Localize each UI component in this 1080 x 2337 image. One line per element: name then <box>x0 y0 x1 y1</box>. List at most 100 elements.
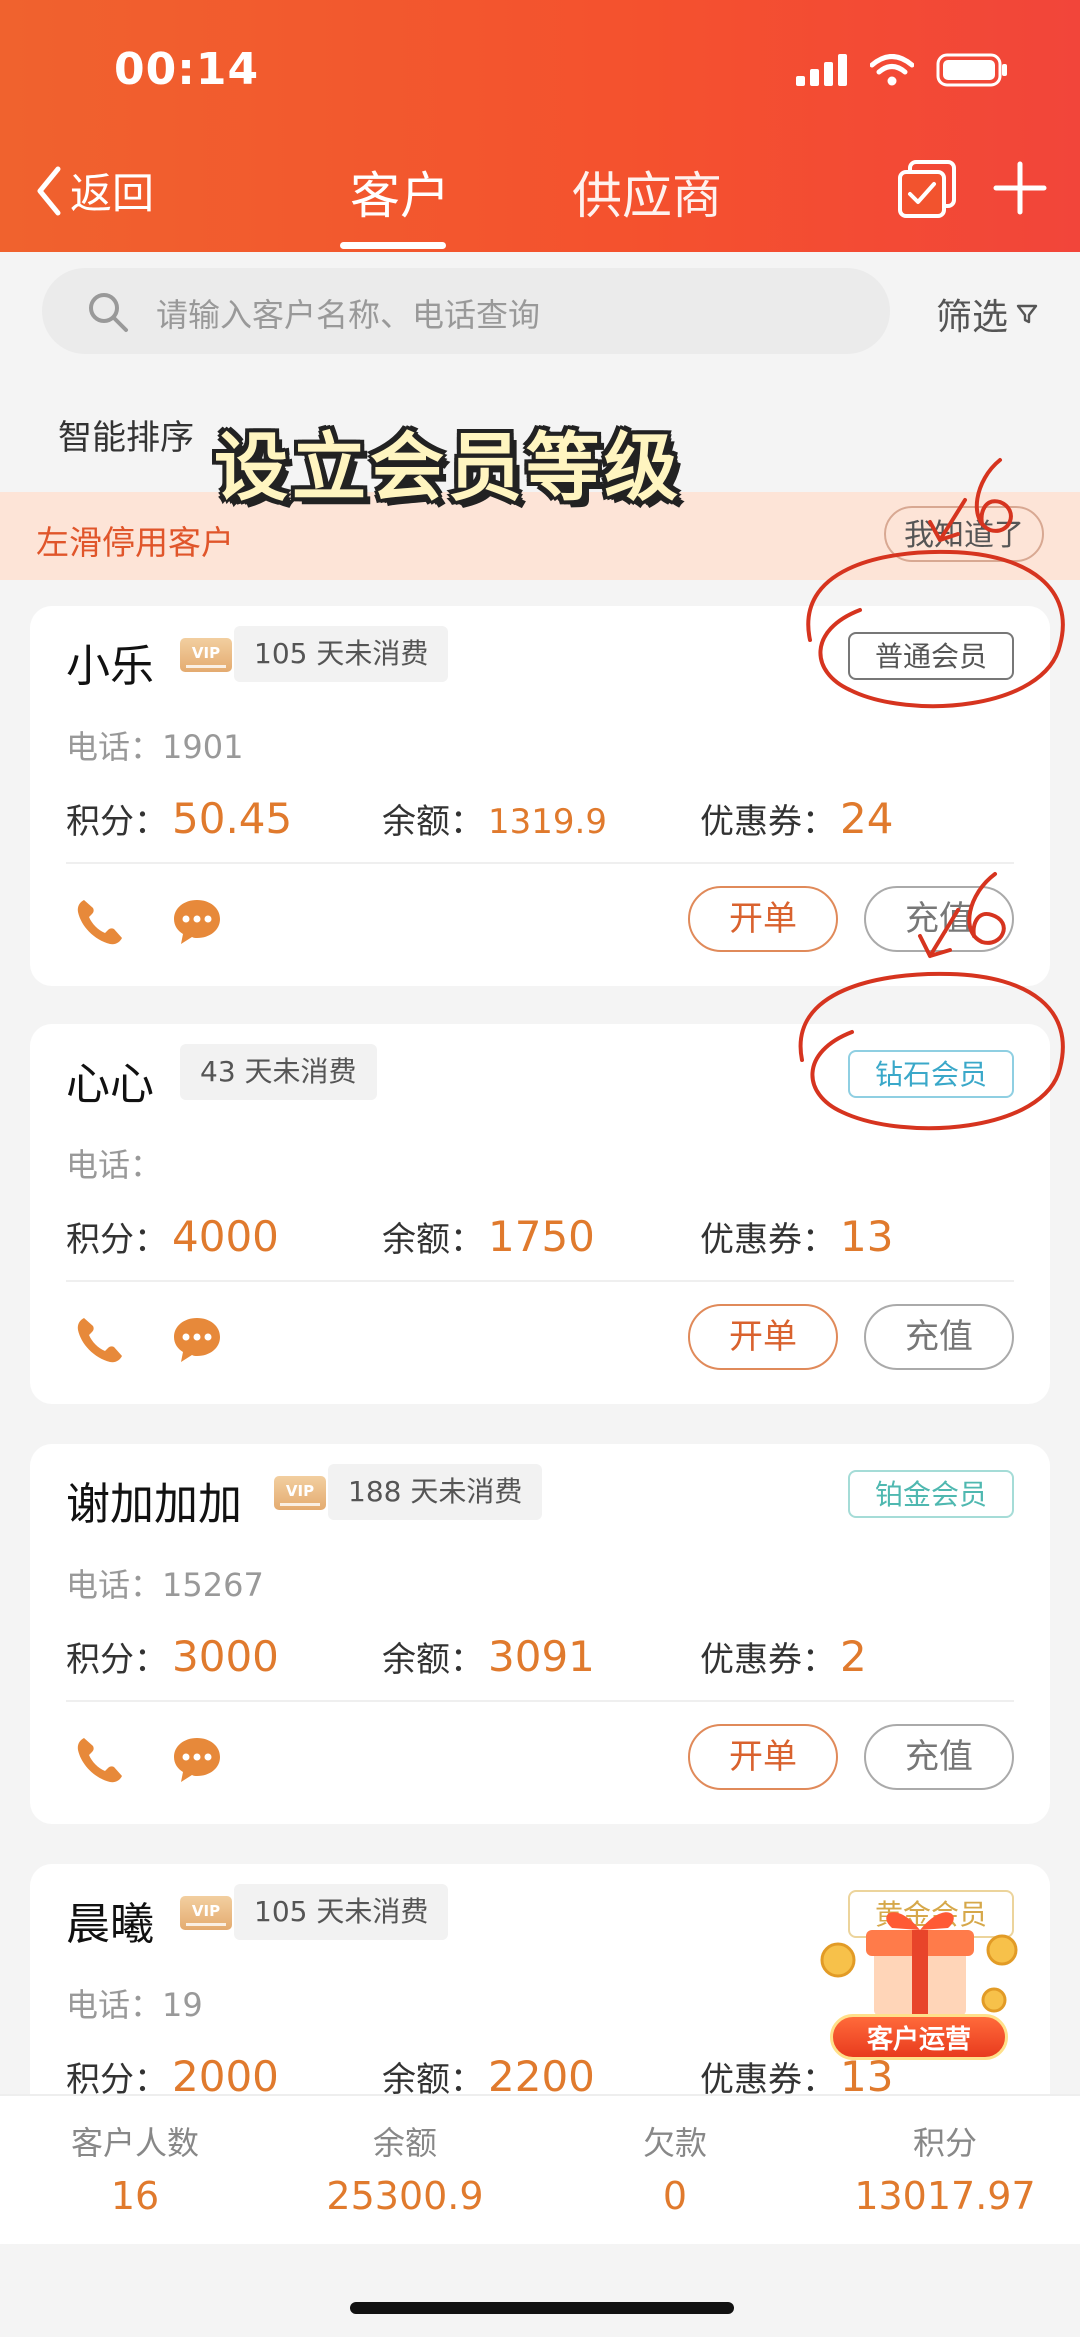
back-label: 返回 <box>70 169 155 218</box>
search-input[interactable]: 请输入客户名称、电话查询 <box>42 268 890 354</box>
balance-label: 余额： <box>382 1640 484 1680</box>
message-icon[interactable] <box>172 1316 222 1364</box>
coupons-label: 优惠券： <box>700 1220 836 1260</box>
phone-label: 电话： <box>66 728 163 766</box>
customer-name: 晨曦 <box>66 1899 154 1950</box>
points-value: 50.45 <box>172 794 293 843</box>
customer-phone: 电话：1901 <box>66 722 243 768</box>
customer-card[interactable]: 心心 43 天未消费 钻石会员 电话： 积分： 4000 余额： 1750 优惠券：… <box>30 1024 1050 1404</box>
recharge-button[interactable]: 充值 <box>864 1304 1014 1370</box>
coupons-stat: 优惠券： 13 <box>700 1212 893 1261</box>
batch-select-icon[interactable] <box>896 158 960 222</box>
cellular-signal-icon <box>796 54 847 86</box>
battery-icon <box>936 53 1007 87</box>
customer-phone: 电话：19 <box>66 1980 203 2026</box>
phone-label: 电话： <box>66 1146 163 1184</box>
search-placeholder: 请输入客户名称、电话查询 <box>156 296 541 334</box>
customer-phone: 电话：15267 <box>66 1560 264 1606</box>
inactive-days-badge: 43 天未消费 <box>180 1044 377 1100</box>
points-label: 积分： <box>66 1220 168 1260</box>
points-stat: 积分： 3000 <box>66 1632 279 1681</box>
customer-card[interactable]: 谢加加加 VIP 188 天未消费 铂金会员 电话：15267 积分： 3000 … <box>30 1444 1050 1824</box>
member-level-badge: 钻石会员 <box>848 1050 1014 1098</box>
points-label: 积分： <box>66 802 168 842</box>
recharge-button[interactable]: 充值 <box>864 886 1014 952</box>
wifi-icon <box>870 54 914 86</box>
summary-label: 积分 <box>912 2124 977 2162</box>
dismiss-notice-button[interactable]: 我知道了 <box>884 506 1044 562</box>
message-icon[interactable] <box>172 898 222 946</box>
customer-name: 心心 <box>66 1059 154 1110</box>
customer-operations-promo[interactable]: 客户运营 <box>816 1890 1022 2076</box>
coupons-label: 优惠券： <box>700 1640 836 1680</box>
inactive-days-badge: 105 天未消费 <box>234 626 449 682</box>
search-icon <box>89 293 128 332</box>
create-order-button[interactable]: 开单 <box>688 886 838 952</box>
coupons-value: 24 <box>840 794 894 843</box>
tab-customers[interactable]: 客户 <box>350 156 450 228</box>
vip-badge: VIP <box>180 1896 232 1930</box>
tab-suppliers[interactable]: 供应商 <box>572 156 722 228</box>
points-value: 4000 <box>172 1212 279 1261</box>
summary-value: 0 <box>662 2174 688 2218</box>
member-level-badge: 普通会员 <box>848 632 1014 680</box>
filter-button[interactable]: 筛选 <box>936 288 1038 340</box>
summary-label: 余额 <box>372 2124 437 2162</box>
points-stat: 积分： 50.45 <box>66 794 292 843</box>
balance-stat: 余额： 1319.9 <box>382 794 607 843</box>
message-icon[interactable] <box>172 1736 222 1784</box>
recharge-button[interactable]: 充值 <box>864 1724 1014 1790</box>
customer-name: 谢加加加 <box>66 1479 242 1530</box>
notice-text: 左滑停用客户 <box>36 523 234 562</box>
filter-funnel-icon <box>1016 304 1038 324</box>
balance-value: 3091 <box>488 1632 595 1681</box>
summary-customer-count: 客户人数 16 <box>40 2118 230 2218</box>
overlay-caption: 设立会员等级 <box>214 425 682 511</box>
active-tab-indicator <box>340 242 446 249</box>
add-icon[interactable] <box>990 158 1050 218</box>
points-stat: 积分： 4000 <box>66 1212 279 1261</box>
vip-badge: VIP <box>274 1476 326 1510</box>
gift-box-icon <box>820 1912 1018 2016</box>
card-divider <box>66 1280 1014 1282</box>
points-label: 积分： <box>66 1640 168 1680</box>
home-indicator[interactable] <box>350 2302 734 2314</box>
back-button[interactable]: 返回 <box>34 160 154 221</box>
home-indicator-area <box>0 2244 1080 2337</box>
filter-label: 筛选 <box>936 297 1009 338</box>
points-value: 3000 <box>172 1632 279 1681</box>
coupons-value: 13 <box>840 1212 894 1261</box>
phone-call-icon[interactable] <box>74 1314 126 1366</box>
vip-badge: VIP <box>180 638 232 672</box>
summary-debt: 欠款 0 <box>580 2118 770 2218</box>
phone-value: 1901 <box>162 728 244 766</box>
customer-phone: 电话： <box>66 1140 162 1186</box>
summary-label: 欠款 <box>642 2124 707 2162</box>
phone-value: 19 <box>162 1986 203 2024</box>
summary-value: 13017.97 <box>854 2174 1036 2218</box>
member-level-badge: 铂金会员 <box>848 1470 1014 1518</box>
phone-label: 电话： <box>66 1566 163 1604</box>
phone-label: 电话： <box>66 1986 163 2024</box>
status-time: 00:14 <box>114 44 260 95</box>
sort-dropdown[interactable]: 智能排序 <box>58 410 194 459</box>
create-order-button[interactable]: 开单 <box>688 1724 838 1790</box>
card-divider <box>66 1700 1014 1702</box>
phone-value: 15267 <box>162 1566 264 1604</box>
balance-value: 1750 <box>488 1212 595 1261</box>
balance-label: 余额： <box>382 1220 484 1260</box>
coupons-label: 优惠券： <box>700 802 836 842</box>
coupons-stat: 优惠券： 24 <box>700 794 893 843</box>
phone-call-icon[interactable] <box>74 896 126 948</box>
customer-card[interactable]: 小乐 VIP 105 天未消费 普通会员 电话：1901 积分： 50.45 余额… <box>30 606 1050 986</box>
balance-stat: 余额： 1750 <box>382 1212 595 1261</box>
phone-call-icon[interactable] <box>74 1734 126 1786</box>
summary-value: 25300.9 <box>326 2174 484 2218</box>
summary-footer: 客户人数 16 余额 25300.9 欠款 0 积分 13017.97 <box>0 2094 1080 2246</box>
summary-label: 客户人数 <box>70 2124 199 2162</box>
chevron-left-icon <box>37 166 61 215</box>
create-order-button[interactable]: 开单 <box>688 1304 838 1370</box>
inactive-days-badge: 105 天未消费 <box>234 1884 449 1940</box>
balance-label: 余额： <box>382 802 484 842</box>
coupons-value: 2 <box>840 1632 867 1681</box>
